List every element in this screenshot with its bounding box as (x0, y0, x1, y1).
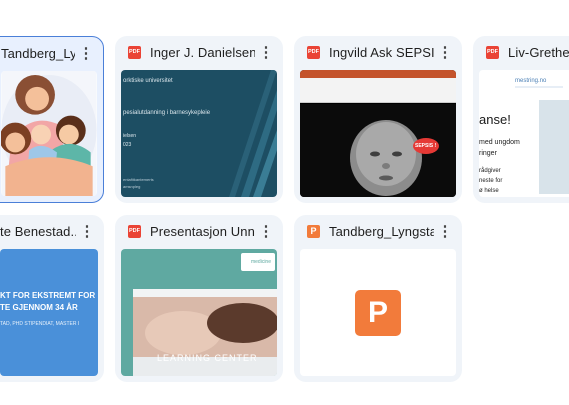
slide-text: entafitkantemerts (123, 177, 154, 182)
slide-text: ringer (479, 150, 497, 157)
banner-text: LEARNING CENTER (157, 353, 258, 363)
file-thumbnail[interactable]: SEPSIS ! (300, 70, 456, 197)
file-card[interactable]: PDF Ingvild Ask SEPSIS... ⋮ SEPSIS ! (294, 36, 462, 203)
logo-text: medicine (250, 259, 271, 265)
brand-logo: mestring.no (515, 78, 547, 84)
card-header: PDF Presentasjon Unni .... ⋮ (115, 215, 283, 247)
more-options-icon[interactable]: ⋮ (434, 41, 456, 63)
slide-text: pesialutdanning i barnesykepleie (123, 110, 211, 116)
file-title: Liv-Grethe K (508, 44, 569, 60)
slide-text: med ungdom (479, 139, 520, 146)
file-card[interactable]: PDF Presentasjon Unni .... ⋮ medicine LE… (115, 215, 283, 382)
more-options-icon[interactable]: ⋮ (434, 220, 456, 242)
file-title: Tandberg_Lyngstad... (1, 45, 75, 61)
slide-text: ielsen (123, 133, 137, 139)
slide-text: ø helse (479, 188, 499, 194)
file-thumbnail[interactable]: P (300, 249, 456, 376)
slide-heading: anse! (479, 112, 511, 127)
card-header: PDF Ingvild Ask SEPSIS... ⋮ (294, 36, 462, 68)
more-options-icon[interactable]: ⋮ (255, 41, 277, 63)
slide-photo (539, 100, 569, 194)
file-card[interactable]: Tandberg_Lyngstad... ⋮ (0, 36, 104, 203)
slide-text: orktiske universitet (123, 78, 173, 84)
card-header: te Benestad.... ⋮ (0, 215, 104, 247)
more-options-icon[interactable]: ⋮ (255, 220, 277, 242)
more-options-icon[interactable]: ⋮ (75, 42, 97, 64)
slide-text: amsnpleg (123, 184, 141, 189)
file-title: Tandberg_Lyngsta... (329, 223, 434, 239)
slide-text: KT FOR EKSTREMT FOR (0, 291, 96, 300)
slide-text: TAD, PHD STIPENDIAT, MASTER I (0, 321, 80, 327)
pdf-icon: PDF (128, 45, 141, 59)
slide-text: rådgiver (479, 168, 501, 174)
file-thumbnail[interactable] (1, 71, 97, 196)
powerpoint-large-icon: P (355, 290, 401, 336)
file-card[interactable]: te Benestad.... ⋮ KT FOR EKSTREMT FOR TE… (0, 215, 104, 382)
file-title: Inger J. Danielsen.... (150, 44, 255, 60)
card-header: Tandberg_Lyngstad... ⋮ (0, 37, 103, 69)
card-header: PDF Liv-Grethe K (473, 36, 569, 68)
slide-text: 023 (123, 142, 132, 148)
file-card[interactable]: PDF Inger J. Danielsen.... ⋮ orktiske un… (115, 36, 283, 203)
card-header: P Tandberg_Lyngsta... ⋮ (294, 215, 462, 247)
file-thumbnail[interactable]: medicine LEARNING CENTER (121, 249, 277, 376)
file-title: Ingvild Ask SEPSIS... (329, 44, 434, 60)
slide-text: neste for (479, 178, 503, 184)
brand-underline (515, 86, 563, 88)
file-title: Presentasjon Unni .... (150, 223, 255, 239)
baby-photo (300, 104, 456, 197)
file-thumbnail[interactable]: mestring.no anse! med ungdom ringer rådg… (479, 70, 569, 197)
powerpoint-letter: P (367, 296, 388, 329)
pdf-icon: PDF (128, 224, 141, 238)
pdf-icon: PDF (307, 45, 320, 59)
pdf-icon: PDF (486, 45, 499, 59)
sepsis-badge: SEPSIS ! (415, 143, 437, 149)
card-header: PDF Inger J. Danielsen.... ⋮ (115, 36, 283, 68)
family-illustration (1, 71, 97, 196)
slide-text: TE GJENNOM 34 ÅR (0, 303, 78, 312)
file-thumbnail[interactable]: orktiske universitet pesialutdanning i b… (121, 70, 277, 197)
more-options-icon[interactable]: ⋮ (76, 220, 98, 242)
file-card[interactable]: PDF Liv-Grethe K mestring.no anse! med u… (473, 36, 569, 203)
file-card[interactable]: P Tandberg_Lyngsta... ⋮ P (294, 215, 462, 382)
file-thumbnail[interactable]: KT FOR EKSTREMT FOR TE GJENNOM 34 ÅR TAD… (0, 249, 98, 376)
powerpoint-icon: P (307, 224, 320, 238)
file-title: te Benestad.... (0, 223, 76, 239)
